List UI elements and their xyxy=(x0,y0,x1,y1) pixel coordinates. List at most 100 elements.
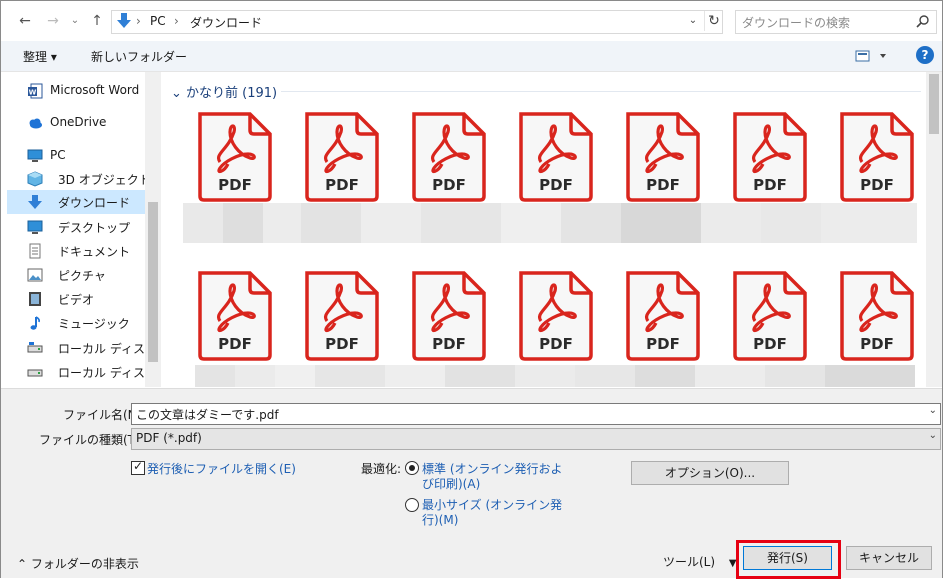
pdf-tile-label: PDF xyxy=(218,335,252,353)
filetype-value: PDF (*.pdf) xyxy=(136,431,202,445)
cancel-button[interactable]: キャンセル xyxy=(846,546,932,570)
content-scrollbar-thumb[interactable] xyxy=(929,74,939,134)
filetype-select[interactable]: PDF (*.pdf) ⌄ xyxy=(131,428,941,450)
pdf-file-icon[interactable]: PDF xyxy=(622,269,702,361)
file-name-placeholder xyxy=(275,365,315,387)
file-name-placeholder xyxy=(561,203,621,243)
pdf-tile-label: PDF xyxy=(432,335,466,353)
help-icon[interactable]: ? xyxy=(916,46,934,64)
back-arrow-icon[interactable]: ← xyxy=(15,11,35,31)
pdf-file-icon[interactable]: PDF xyxy=(836,110,916,202)
address-bar[interactable]: › PC › ダウンロード ⌄ ↻ xyxy=(111,10,723,34)
refresh-icon[interactable]: ↻ xyxy=(704,11,723,31)
open-after-publish-checkbox[interactable]: ✓ xyxy=(131,459,145,475)
organize-button[interactable]: 整理 ▾ xyxy=(23,48,57,65)
cloud-icon xyxy=(29,118,42,129)
sidebar-item-label: ミュージック xyxy=(58,317,130,331)
pdf-tile-label: PDF xyxy=(218,176,252,194)
open-after-publish-label[interactable]: 発行後にファイルを開く(E) xyxy=(147,460,296,477)
pdf-tile-label: PDF xyxy=(646,176,680,194)
sidebar-item-label: ダウンロード xyxy=(58,196,131,210)
sidebar-item-label: OneDrive xyxy=(50,115,107,129)
address-dropdown-icon[interactable]: ⌄ xyxy=(686,13,700,29)
sidebar-item-label: ピクチャ xyxy=(58,269,106,283)
pdf-tile-label: PDF xyxy=(646,335,680,353)
optimize-standard-label-line2[interactable]: び印刷)(A) xyxy=(422,475,480,492)
navigation-pane: W Microsoft Word OneDrive PC 3D オブジェクト ダ… xyxy=(1,72,161,387)
check-icon: ✓ xyxy=(133,459,144,473)
group-header[interactable]: ⌄ かなり前 (191) xyxy=(171,82,277,101)
view-options-button[interactable] xyxy=(853,47,893,65)
breadcrumb-separator-icon: › xyxy=(174,14,179,28)
save-options-panel: ファイル名(N): この文章はダミーです.pdf ⌄ ファイルの種類(T): P… xyxy=(1,388,942,579)
video-icon xyxy=(29,292,41,306)
tools-label: ツール(L) xyxy=(663,555,716,569)
pdf-file-icon[interactable]: PDF xyxy=(515,110,595,202)
content-scrollbar[interactable] xyxy=(926,72,942,387)
publish-button[interactable]: 発行(S) xyxy=(743,546,832,570)
sidebar-item-videos[interactable]: ビデオ xyxy=(7,287,145,311)
file-name-placeholder xyxy=(195,365,235,387)
music-icon xyxy=(30,316,40,330)
sidebar-item-label: ビデオ xyxy=(58,293,95,307)
pdf-file-icon[interactable]: PDF xyxy=(408,269,488,361)
pdf-file-icon[interactable]: PDF xyxy=(194,269,274,361)
sidebar-item-label: PC xyxy=(50,148,66,162)
hide-folders-label: フォルダーの非表示 xyxy=(30,557,139,571)
sidebar-item-onedrive[interactable]: OneDrive xyxy=(7,111,145,135)
pdf-file-icon[interactable]: PDF xyxy=(301,110,381,202)
sidebar-item-desktop[interactable]: デスクトップ xyxy=(7,215,145,239)
pdf-file-icon[interactable]: PDF xyxy=(729,110,809,202)
new-folder-button[interactable]: 新しいフォルダー xyxy=(91,48,187,65)
download-icon xyxy=(117,13,131,28)
optimize-minimum-label-line2[interactable]: 行)(M) xyxy=(422,511,458,528)
pdf-file-icon[interactable]: PDF xyxy=(515,269,595,361)
hide-folders-toggle[interactable]: ⌃ フォルダーの非表示 xyxy=(17,555,139,572)
tools-menu[interactable]: ツール(L) ▼ xyxy=(663,553,737,570)
file-name-placeholder xyxy=(695,365,765,387)
sidebar-item-pc[interactable]: PC xyxy=(7,144,145,168)
pdf-file-icon[interactable]: PDF xyxy=(194,110,274,202)
pdf-file-icon[interactable]: PDF xyxy=(408,110,488,202)
file-name-placeholder xyxy=(263,203,303,243)
search-input[interactable]: ダウンロードの検索 xyxy=(735,10,937,34)
picture-icon xyxy=(27,268,43,282)
search-placeholder: ダウンロードの検索 xyxy=(742,16,851,30)
sidebar-item-microsoft-word[interactable]: W Microsoft Word xyxy=(7,79,145,103)
sidebar-item-downloads[interactable]: ダウンロード xyxy=(7,190,145,214)
optimize-minimum-radio[interactable] xyxy=(405,498,419,512)
file-list: ⌄ かなり前 (191) PDF PDF PDF PDF PDF PDF PDF PDF PDF… xyxy=(161,72,926,387)
forward-arrow-icon[interactable]: → xyxy=(43,11,63,31)
breadcrumb-downloads[interactable]: ダウンロード xyxy=(190,14,262,31)
options-button[interactable]: オプション(O)... xyxy=(631,461,789,485)
up-arrow-icon[interactable]: ↑ xyxy=(87,11,107,31)
sidebar-item-local-disk-c[interactable]: ローカル ディスク (C xyxy=(7,336,161,360)
svg-text:W: W xyxy=(29,89,37,97)
pdf-tile-label: PDF xyxy=(753,335,787,353)
sidebar-item-pictures[interactable]: ピクチャ xyxy=(7,263,145,287)
sidebar-item-label: 3D オブジェクト xyxy=(58,173,151,187)
sidebar-scrollbar-thumb[interactable] xyxy=(148,202,158,362)
pdf-file-icon[interactable]: PDF xyxy=(622,110,702,202)
sidebar-item-documents[interactable]: ドキュメント xyxy=(7,239,145,263)
file-name-placeholder xyxy=(761,203,821,243)
file-name-placeholder xyxy=(635,365,695,387)
optimize-standard-radio[interactable] xyxy=(405,461,419,475)
pdf-file-icon[interactable]: PDF xyxy=(301,269,381,361)
file-name-placeholder xyxy=(223,203,263,243)
group-header-label: かなり前 (191) xyxy=(186,86,278,101)
desktop-icon xyxy=(27,220,43,234)
breadcrumb-pc[interactable]: PC xyxy=(150,14,166,28)
recent-dropdown-icon[interactable]: ⌄ xyxy=(65,11,85,31)
sidebar-item-local-disk-d[interactable]: ローカル ディスク (D xyxy=(7,360,161,384)
sidebar-item-3d-objects[interactable]: 3D オブジェクト xyxy=(7,167,151,191)
pdf-tile-label: PDF xyxy=(753,176,787,194)
sidebar-scrollbar[interactable] xyxy=(145,72,161,387)
filename-field[interactable]: この文章はダミーです.pdf ⌄ xyxy=(131,403,941,425)
pdf-file-icon[interactable]: PDF xyxy=(729,269,809,361)
pdf-file-icon[interactable]: PDF xyxy=(836,269,916,361)
sidebar-item-music[interactable]: ミュージック xyxy=(7,311,145,335)
sidebar-item-label: Microsoft Word xyxy=(50,83,140,97)
file-name-placeholder xyxy=(421,203,501,243)
chevron-down-icon[interactable]: ⌄ xyxy=(929,405,937,416)
